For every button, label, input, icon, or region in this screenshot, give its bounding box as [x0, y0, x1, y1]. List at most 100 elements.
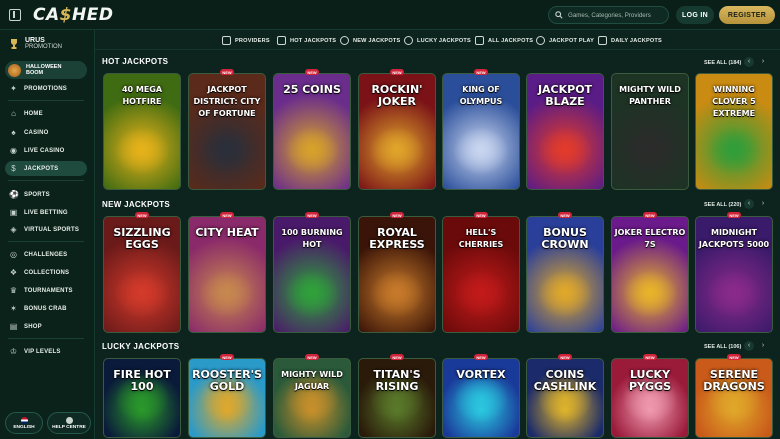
game-tile[interactable]: ROOSTER'S GOLD [188, 358, 266, 438]
see-all-link[interactable]: SEE ALL (184) [704, 60, 741, 66]
game-tile[interactable]: MIDNIGHT JACKPOTS 5000 [695, 216, 773, 333]
jackpot-icon: $ [11, 164, 16, 173]
language-button[interactable]: ENGLISH [5, 412, 43, 434]
promo-subtitle: PROMOTION [25, 44, 62, 50]
sidebar-item-sports[interactable]: ⚽ SPORTS [5, 187, 87, 202]
sidebar-item-virtual-sports[interactable]: ◈ VIRTUAL SPORTS [5, 222, 87, 237]
game-artwork [199, 127, 255, 175]
game-title: CITY HEAT [195, 226, 259, 239]
tab-lucky-jackpots[interactable]: LUCKY JACKPOTS [404, 35, 471, 46]
game-title: JOKER ELECTRO 7S [614, 228, 686, 249]
game-artwork [369, 127, 425, 175]
sidebar-item-jackpots[interactable]: $ JACKPOTS [5, 161, 87, 176]
game-title: 100 BURNING HOT [281, 228, 343, 249]
game-title: ROYAL EXPRESS [369, 226, 425, 251]
game-tile[interactable]: JOKER ELECTRO 7S [611, 216, 689, 333]
trophy-icon [11, 39, 17, 49]
sidebar-item-collections[interactable]: ❖ COLLECTIONS [5, 265, 87, 280]
chevron-right-icon[interactable]: › [758, 57, 768, 67]
tab-hot-jackpots[interactable]: HOT JACKPOTS [277, 35, 336, 46]
flag-icon [20, 416, 28, 424]
game-tile[interactable]: COINS CASHLINK [526, 358, 604, 438]
game-tile[interactable]: TITAN'S RISING [358, 358, 436, 438]
sidebar-divider [8, 100, 84, 101]
sidebar-item-live-casino[interactable]: ◉ LIVE CASINO [5, 143, 87, 158]
game-tile[interactable]: LUCKY PYGGS [611, 358, 689, 438]
game-artwork [284, 127, 340, 175]
sidebar-item-bonus-crab[interactable]: ✶ BONUS CRAB [5, 301, 87, 316]
hot-jackpots-icon [277, 36, 286, 45]
section-title: LUCKY JACKPOTS [102, 342, 180, 351]
game-tile[interactable]: BONUS CROWN [526, 216, 604, 333]
game-tile[interactable]: KING OF OLYMPUS [442, 73, 520, 190]
search-box[interactable] [548, 6, 669, 24]
game-tile[interactable]: 25 COINS [273, 73, 351, 190]
game-title: 40 MEGA HOTFIRE [121, 85, 163, 106]
home-icon: ⌂ [11, 109, 16, 118]
chevron-right-icon[interactable]: › [758, 341, 768, 351]
sidebar-item-live-betting[interactable]: ▣ LIVE BETTING [5, 205, 87, 220]
game-artwork [199, 270, 255, 318]
game-title: LUCKY PYGGS [628, 368, 671, 393]
brand-logo[interactable]: CA$HED [33, 5, 113, 25]
game-tile[interactable]: JACKPOT BLAZE [526, 73, 604, 190]
tab-jackpot-play[interactable]: JACKPOT PLAY [536, 35, 594, 46]
search-input[interactable] [568, 11, 668, 19]
chevron-right-icon[interactable]: › [758, 199, 768, 209]
shop-icon: ▤ [9, 322, 18, 331]
game-artwork [369, 270, 425, 318]
game-tile[interactable]: JACKPOT DISTRICT: CITY OF FORTUNE [188, 73, 266, 190]
crown-icon: ♔ [9, 347, 18, 356]
game-tile[interactable]: HELL'S CHERRIES [442, 216, 520, 333]
game-tile[interactable]: SERENE DRAGONS [695, 358, 773, 438]
sidebar-item-promotions[interactable]: ✦ PROMOTIONS [5, 81, 87, 96]
tab-providers[interactable]: PROVIDERS [222, 35, 270, 46]
game-tile[interactable]: VORTEX [442, 358, 520, 438]
game-title: BONUS CROWN [541, 226, 589, 251]
new-badge: NEW [390, 212, 404, 218]
tab-daily-jackpots[interactable]: DAILY JACKPOTS [598, 35, 662, 46]
game-tile[interactable]: SIZZLING EGGS [103, 216, 181, 333]
game-tile[interactable]: 100 BURNING HOT [273, 216, 351, 333]
register-button[interactable]: REGISTER [719, 6, 775, 24]
chevron-left-icon[interactable]: ‹ [744, 57, 754, 67]
sidebar-item-tournaments[interactable]: ♛ TOURNAMENTS [5, 283, 87, 298]
help-centre-button[interactable]: HELP CENTRE [47, 412, 91, 434]
chevron-left-icon[interactable]: ‹ [744, 199, 754, 209]
game-tile[interactable]: CITY HEAT [188, 216, 266, 333]
sidebar-item-casino[interactable]: ♠ CASINO [5, 125, 87, 140]
tab-new-jackpots[interactable]: NEW JACKPOTS [340, 35, 400, 46]
login-button[interactable]: LOG IN [676, 6, 714, 24]
tab-all-jackpots[interactable]: ALL JACKPOTS [475, 35, 533, 46]
sidebar-item-home[interactable]: ⌂ HOME [5, 106, 87, 121]
new-badge: NEW [558, 212, 572, 218]
halloween-boom-button[interactable]: HALLOWEEN BOOM [5, 61, 87, 79]
jackpot-play-icon [536, 36, 545, 45]
cup-icon: ♛ [9, 286, 18, 295]
sidebar-toggle-icon[interactable] [9, 9, 21, 21]
halloween-line2: BOOM [26, 70, 44, 76]
chevron-left-icon[interactable]: ‹ [744, 341, 754, 351]
new-badge: NEW [474, 69, 488, 75]
game-title: MIGHTY WILD JAGUAR [281, 370, 343, 391]
game-tile[interactable]: ROCKIN' JOKER [358, 73, 436, 190]
game-tile[interactable]: MIGHTY WILD JAGUAR [273, 358, 351, 438]
sidebar-item-shop[interactable]: ▤ SHOP [5, 319, 87, 334]
game-tile[interactable]: ROYAL EXPRESS [358, 216, 436, 333]
game-title: JACKPOT DISTRICT: CITY OF FORTUNE [193, 85, 261, 118]
promo-header[interactable]: URUS PROMOTION [8, 37, 62, 50]
virtual-icon: ◈ [10, 225, 17, 234]
game-tile[interactable]: 40 MEGA HOTFIRE [103, 73, 181, 190]
game-tile[interactable]: FIRE HOT 100 [103, 358, 181, 438]
clover-icon [404, 36, 413, 45]
game-tile[interactable]: WINNING CLOVER 5 EXTREME [695, 73, 773, 190]
new-badge: NEW [220, 212, 234, 218]
sidebar-item-vip-levels[interactable]: ♔ VIP LEVELS [5, 344, 87, 359]
sidebar-item-challenges[interactable]: ◎ CHALLENGES [5, 247, 87, 262]
game-tile[interactable]: MIGHTY WILD PANTHER [611, 73, 689, 190]
new-badge: NEW [474, 212, 488, 218]
see-all-link[interactable]: SEE ALL (106) [704, 344, 741, 350]
see-all-link[interactable]: SEE ALL (220) [704, 202, 741, 208]
game-title: FIRE HOT 100 [113, 368, 171, 393]
game-title: ROOSTER'S GOLD [192, 368, 262, 393]
